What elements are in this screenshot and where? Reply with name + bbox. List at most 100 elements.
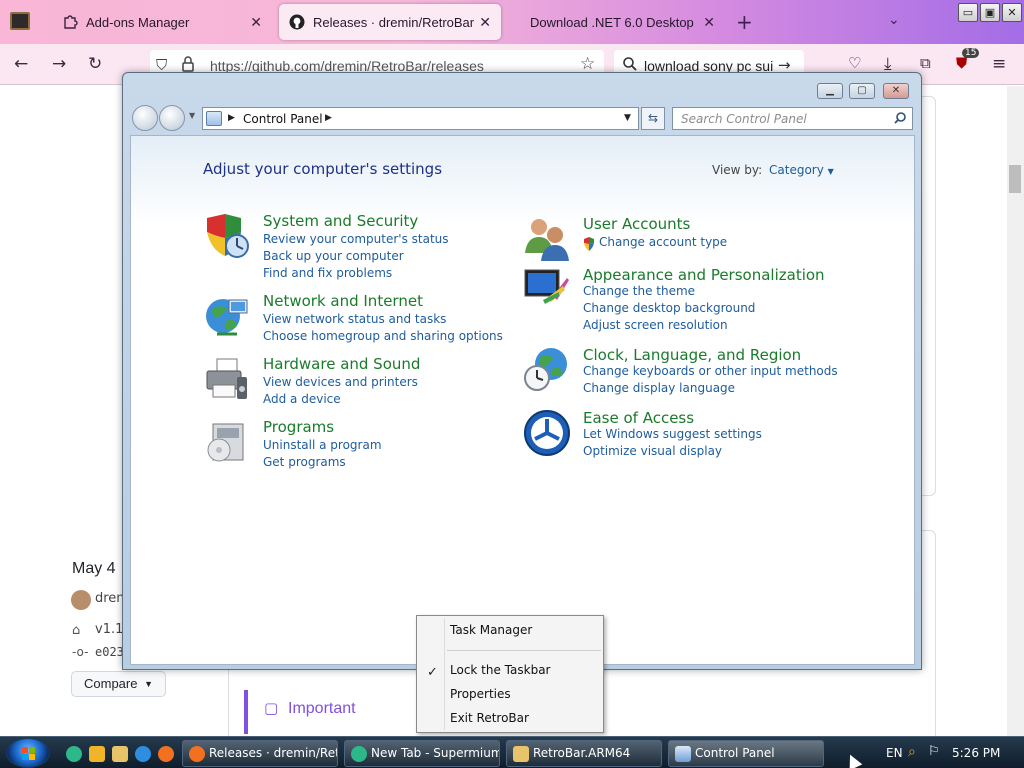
link-review-status[interactable]: Review your computer's status xyxy=(263,232,449,246)
link-change-account-type[interactable]: Change account type xyxy=(599,235,727,249)
start-button[interactable] xyxy=(6,738,50,768)
address-dropdown-icon[interactable]: ▼ xyxy=(624,113,631,123)
category-title[interactable]: Hardware and Sound xyxy=(263,355,420,373)
back-arrow-icon[interactable]: ← xyxy=(14,54,28,74)
hamburger-menu-icon[interactable]: ≡ xyxy=(992,54,1006,74)
clock-globe-icon[interactable] xyxy=(523,346,571,394)
release-commit-link[interactable]: e023 xyxy=(95,645,124,659)
close-icon[interactable]: ✕ xyxy=(250,14,262,31)
browser-logo-icon[interactable] xyxy=(10,12,30,30)
tab-dotnet-download[interactable]: Download .NET 6.0 Desktop Ru ✕ xyxy=(520,4,725,40)
release-tag-link[interactable]: v1.1 xyxy=(95,622,123,637)
view-by-value: Category xyxy=(769,163,824,177)
link-uninstall[interactable]: Uninstall a program xyxy=(263,438,382,452)
category-title[interactable]: User Accounts xyxy=(583,215,690,233)
link-get-programs[interactable]: Get programs xyxy=(263,455,346,469)
extension-badge: 15 xyxy=(962,48,980,58)
browser-tab-strip: Add-ons Manager ✕ Releases · dremin/Retr… xyxy=(0,0,1024,44)
quicklaunch-explorer-icon[interactable] xyxy=(112,746,128,762)
avatar[interactable] xyxy=(71,590,91,610)
bookmark-star-icon[interactable]: ☆ xyxy=(580,54,595,74)
network-globe-icon[interactable] xyxy=(203,292,251,340)
link-change-theme[interactable]: Change the theme xyxy=(583,284,695,298)
taskbar-button-firefox[interactable]: Releases · dremin/Ret… xyxy=(182,740,338,767)
minimize-button[interactable]: ▭ xyxy=(958,3,978,22)
search-icon[interactable] xyxy=(893,111,907,128)
taskbar-button-label: Releases · dremin/Ret… xyxy=(209,746,338,760)
view-by-dropdown[interactable]: Category ▼ xyxy=(769,163,834,177)
chevron-down-icon[interactable]: ⌄ xyxy=(888,12,900,28)
programs-icon[interactable] xyxy=(203,418,251,466)
language-indicator[interactable]: EN xyxy=(886,746,903,760)
link-optimize-display[interactable]: Optimize visual display xyxy=(583,444,722,458)
forward-button[interactable] xyxy=(159,105,185,131)
printer-icon[interactable] xyxy=(203,355,251,403)
taskbar-button-label: RetroBar.ARM64 xyxy=(533,746,631,760)
link-find-fix[interactable]: Find and fix problems xyxy=(263,266,392,280)
users-icon[interactable] xyxy=(523,215,571,263)
clock[interactable]: 5:26 PM xyxy=(952,746,1000,760)
link-display-language[interactable]: Change display language xyxy=(583,381,735,395)
compare-button[interactable]: Compare ▼ xyxy=(71,671,166,697)
extensions-icon[interactable]: ⧉ xyxy=(920,54,931,72)
flag-icon[interactable]: ⚐ xyxy=(928,744,940,759)
reload-icon[interactable]: ↻ xyxy=(88,54,102,74)
link-homegroup[interactable]: Choose homegroup and sharing options xyxy=(263,329,503,343)
taskbar-button-retrobar-folder[interactable]: RetroBar.ARM64 xyxy=(506,740,662,767)
tab-addons-manager[interactable]: Add-ons Manager ✕ xyxy=(52,4,272,40)
quicklaunch-firefox-icon[interactable] xyxy=(158,746,174,762)
menu-item-task-manager[interactable]: Task Manager xyxy=(450,623,532,637)
link-keyboards-input[interactable]: Change keyboards or other input methods xyxy=(583,364,838,378)
link-windows-suggest[interactable]: Let Windows suggest settings xyxy=(583,427,762,441)
category-title[interactable]: Ease of Access xyxy=(583,409,694,427)
search-input[interactable]: Search Control Panel xyxy=(672,107,913,130)
taskbar-button-supermium[interactable]: New Tab - Supermium xyxy=(344,740,500,767)
category-title[interactable]: Appearance and Personalization xyxy=(583,266,825,284)
download-icon[interactable]: ⤓ xyxy=(884,54,892,74)
close-button[interactable]: ✕ xyxy=(883,83,909,99)
caret-down-icon: ▼ xyxy=(144,679,153,689)
link-screen-resolution[interactable]: Adjust screen resolution xyxy=(583,318,728,332)
back-button[interactable] xyxy=(132,105,158,131)
tab-releases[interactable]: Releases · dremin/RetroBar ✕ xyxy=(279,4,501,40)
category-title[interactable]: Clock, Language, and Region xyxy=(583,346,801,364)
close-icon[interactable]: ✕ xyxy=(479,14,491,31)
close-icon[interactable]: ✕ xyxy=(703,14,715,31)
plus-icon[interactable]: + xyxy=(736,10,753,34)
address-bar[interactable]: ▶ Control Panel ▶ ▼ xyxy=(202,107,639,130)
link-network-status[interactable]: View network status and tasks xyxy=(263,312,446,326)
link-desktop-background[interactable]: Change desktop background xyxy=(583,301,755,315)
maximize-button[interactable]: ▢ xyxy=(849,83,875,99)
taskbar-context-menu: Task Manager ✓ Lock the Taskbar Properti… xyxy=(416,615,604,733)
tag-icon: ⌂ xyxy=(72,623,81,638)
breadcrumb[interactable]: Control Panel xyxy=(243,112,323,126)
link-devices-printers[interactable]: View devices and printers xyxy=(263,375,418,389)
shield-icon[interactable] xyxy=(203,212,251,260)
close-button[interactable]: ✕ xyxy=(1002,3,1022,22)
ease-access-icon[interactable] xyxy=(523,409,571,457)
restore-button[interactable]: ▣ xyxy=(980,3,1000,22)
search-tray-icon[interactable]: ⌕ xyxy=(908,744,916,760)
menu-item-lock-taskbar[interactable]: Lock the Taskbar xyxy=(450,663,551,677)
pocket-icon[interactable]: ♡ xyxy=(848,54,861,72)
forward-arrow-icon[interactable]: → xyxy=(52,54,66,74)
menu-item-properties[interactable]: Properties xyxy=(450,687,511,701)
category-title[interactable]: Network and Internet xyxy=(263,292,423,310)
breadcrumb-arrow-icon[interactable]: ▶ xyxy=(228,113,235,123)
link-backup[interactable]: Back up your computer xyxy=(263,249,404,263)
page-scrollbar-thumb[interactable] xyxy=(1009,165,1021,193)
recent-pages-chevron-icon[interactable]: ▼ xyxy=(189,111,195,120)
breadcrumb-arrow-icon[interactable]: ▶ xyxy=(325,113,332,123)
minimize-button[interactable]: ▁ xyxy=(817,83,843,99)
category-title[interactable]: Programs xyxy=(263,418,334,436)
monitor-paint-icon[interactable] xyxy=(523,266,571,314)
quicklaunch-supermium-icon[interactable] xyxy=(66,746,82,762)
link-add-device[interactable]: Add a device xyxy=(263,392,341,406)
quicklaunch-ie-icon[interactable] xyxy=(135,746,151,762)
menu-separator xyxy=(447,650,601,651)
quicklaunch-media-icon[interactable] xyxy=(89,746,105,762)
refresh-button[interactable]: ⇆ xyxy=(641,107,665,130)
menu-item-exit-retrobar[interactable]: Exit RetroBar xyxy=(450,711,529,725)
taskbar-button-control-panel[interactable]: Control Panel xyxy=(668,740,824,767)
category-title[interactable]: System and Security xyxy=(263,212,418,230)
